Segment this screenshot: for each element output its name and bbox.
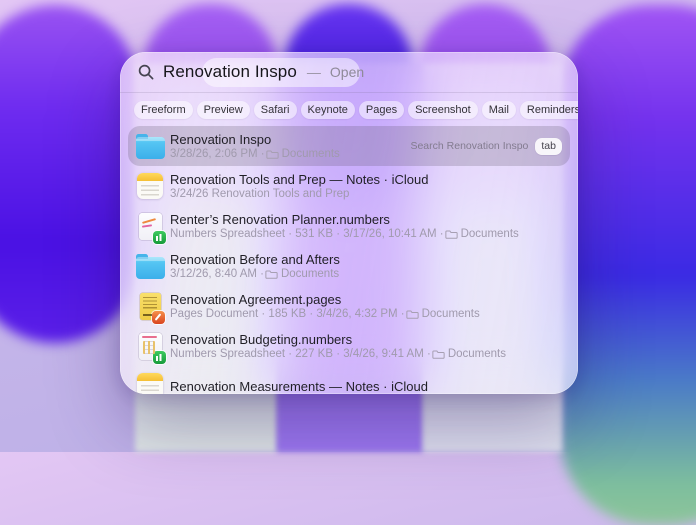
result-subtitle: 3/12/26, 8:40 AM · Documents: [170, 268, 562, 281]
search-row: Renovation Inspo — Open: [120, 52, 578, 92]
result-title: Renovation Budgeting.numbers: [170, 332, 562, 347]
result-title: Renovation Before and Afters: [170, 252, 562, 267]
numbers-badge-icon: [153, 231, 166, 244]
pages-badge-icon: [152, 311, 165, 324]
result-row-renters-renovation-planner[interactable]: Renter’s Renovation Planner.numbers Numb…: [128, 206, 570, 246]
filter-chip-safari[interactable]: Safari: [254, 101, 297, 119]
search-divider: [120, 92, 578, 93]
completion-dash: —: [307, 64, 321, 80]
result-subtitle: Numbers Spreadsheet · 531 KB · 3/17/26, …: [170, 228, 562, 241]
result-title: Renter’s Renovation Planner.numbers: [170, 212, 562, 227]
result-title: Renovation Agreement.pages: [170, 292, 562, 307]
spotlight-panel: Renovation Inspo — Open Freeform Preview …: [120, 52, 578, 394]
result-row-renovation-inspo[interactable]: Renovation Inspo 3/28/26, 2:06 PM · Docu…: [128, 126, 570, 166]
wallpaper-capsule-right: [560, 5, 696, 525]
wallpaper-capsule-left: [0, 5, 138, 343]
notes-app-icon: [137, 373, 163, 394]
filter-chip-preview[interactable]: Preview: [197, 101, 250, 119]
tab-key-badge: tab: [535, 138, 562, 155]
filter-chip-reminders[interactable]: Reminders: [520, 101, 578, 119]
filter-chip-keynote[interactable]: Keynote: [301, 101, 355, 119]
folder-glyph-icon: [266, 149, 279, 159]
result-row-renovation-measurements[interactable]: Renovation Measurements — Notes · iCloud: [128, 366, 570, 394]
result-subtitle: Numbers Spreadsheet · 227 KB · 3/4/26, 9…: [170, 348, 562, 361]
notes-app-icon: [137, 173, 163, 199]
folder-glyph-icon: [406, 309, 419, 319]
blue-folder-icon: [136, 137, 165, 159]
result-row-renovation-budgeting[interactable]: Renovation Budgeting.numbers Numbers Spr…: [128, 326, 570, 366]
result-title: Renovation Inspo: [170, 132, 410, 147]
results-list: Renovation Inspo 3/28/26, 2:06 PM · Docu…: [128, 126, 570, 394]
result-subtitle: 3/24/26 Renovation Tools and Prep: [170, 188, 562, 201]
search-icon: [138, 64, 154, 80]
result-row-renovation-tools-and-prep[interactable]: Renovation Tools and Prep — Notes · iClo…: [128, 166, 570, 206]
result-subtitle: Pages Document · 185 KB · 3/4/26, 4:32 P…: [170, 308, 562, 321]
search-hint: Search Renovation Inspo tab: [410, 138, 562, 155]
desktop: { "colors": { "accent_purple": "#6f2cf0"…: [0, 0, 696, 452]
folder-glyph-icon: [432, 349, 445, 359]
blue-folder-icon: [136, 257, 165, 279]
search-input[interactable]: Renovation Inspo: [163, 62, 297, 82]
filter-chip-screenshot[interactable]: Screenshot: [408, 101, 478, 119]
search-completion: — Open: [307, 64, 364, 80]
numbers-badge-icon: [153, 351, 166, 364]
pages-document-icon: [140, 293, 161, 320]
filter-chip-mail[interactable]: Mail: [482, 101, 516, 119]
filter-chip-freeform[interactable]: Freeform: [134, 101, 193, 119]
result-title: Renovation Measurements — Notes · iCloud: [170, 379, 562, 394]
filter-chip-pages[interactable]: Pages: [359, 101, 404, 119]
search-hint-label: Search Renovation Inspo: [410, 140, 528, 152]
folder-glyph-icon: [445, 229, 458, 239]
completion-text: Open: [330, 64, 364, 80]
filter-chips: Freeform Preview Safari Keynote Pages Sc…: [134, 98, 572, 122]
result-title: Renovation Tools and Prep — Notes · iClo…: [170, 172, 562, 187]
result-row-renovation-agreement[interactable]: Renovation Agreement.pages Pages Documen…: [128, 286, 570, 326]
numbers-document-icon: [139, 333, 162, 360]
folder-glyph-icon: [265, 269, 278, 279]
result-subtitle: 3/28/26, 2:06 PM · Documents: [170, 148, 410, 161]
result-row-renovation-before-and-afters[interactable]: Renovation Before and Afters 3/12/26, 8:…: [128, 246, 570, 286]
numbers-document-icon: [139, 213, 162, 240]
